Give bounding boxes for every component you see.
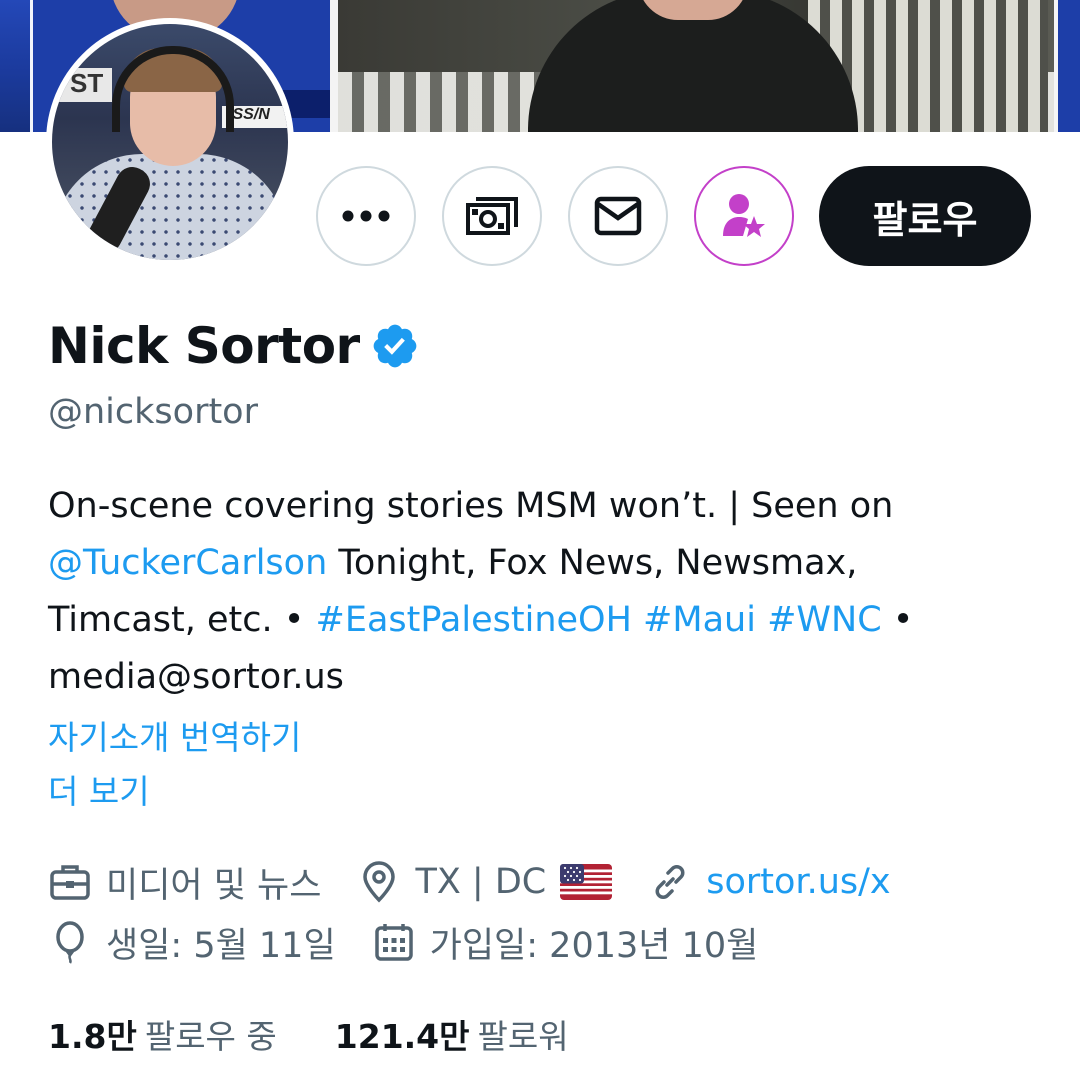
birthday-label: 생일: 5월 11일 (106, 925, 336, 966)
followers-stat[interactable]: 121.4만 팔로워 (335, 1010, 569, 1058)
joined-label: 가입일: 2013년 10월 (429, 925, 759, 966)
joined-item: 가입일: 2013년 10월 (372, 917, 759, 968)
calendar-icon (374, 924, 413, 961)
bio-text: • (881, 600, 914, 640)
briefcase-icon (50, 865, 90, 900)
more-icon (342, 210, 390, 222)
profile-meta-row: 미디어 및 뉴스 TX | DC sortor.us/x (48, 854, 927, 910)
birthday-item: 생일: 5월 11일 (48, 917, 336, 968)
profile-name-row: Nick Sortor (48, 312, 420, 380)
more-options-button[interactable] (316, 166, 416, 266)
translate-bio-link[interactable]: 자기소개 번역하기 (48, 712, 301, 764)
message-button[interactable] (568, 166, 668, 266)
banner-image-right (338, 0, 1054, 132)
link-icon (655, 865, 685, 899)
location-pin-icon (363, 861, 396, 903)
hashtag-link[interactable]: #WNC (767, 600, 882, 640)
website-item[interactable]: sortor.us/x (648, 860, 891, 904)
website-link[interactable]: sortor.us/x (706, 862, 890, 902)
username-handle: @nicksortor (48, 392, 258, 432)
bio-line-1: On-scene covering stories MSM won’t. | S… (48, 486, 894, 526)
display-name: Nick Sortor (48, 317, 360, 375)
banner-image-edge (1054, 0, 1080, 132)
verified-badge-icon[interactable] (370, 321, 420, 371)
subscribe-button[interactable] (694, 166, 794, 266)
following-stat[interactable]: 1.8만 팔로우 중 (48, 1010, 277, 1058)
hashtag-link[interactable]: #EastPalestineOH (316, 600, 632, 640)
followers-label: 팔로워 (477, 1017, 569, 1056)
following-count: 1.8만 (48, 1017, 137, 1056)
bio-text: Tonight, Fox News, Newsmax, (327, 543, 858, 583)
avatar[interactable]: ST ISS/N (46, 18, 294, 266)
envelope-icon (594, 196, 642, 236)
bio-text: Timcast, etc. • (48, 600, 316, 640)
avatar-photo: ST ISS/N (52, 24, 288, 260)
balloon-icon (56, 921, 84, 964)
tip-button[interactable] (442, 166, 542, 266)
category-label: 미디어 및 뉴스 (106, 865, 322, 906)
banner-divider (330, 0, 338, 132)
us-flag-icon (560, 864, 613, 900)
location-item: TX | DC (357, 860, 613, 904)
follow-button[interactable]: 팔로우 (819, 166, 1031, 266)
location-label: TX | DC (415, 862, 547, 902)
followers-count: 121.4만 (334, 1017, 470, 1056)
hashtag-link[interactable]: #Maui (643, 600, 756, 640)
show-more-link[interactable]: 더 보기 (48, 766, 150, 818)
money-icon (466, 197, 518, 235)
bio-line-4: media@sortor.us (48, 657, 344, 697)
subscribe-star-icon (723, 194, 765, 237)
profile-bio: On-scene covering stories MSM won’t. | S… (48, 478, 1048, 706)
following-label: 팔로우 중 (144, 1017, 277, 1056)
category-item: 미디어 및 뉴스 (48, 857, 321, 908)
bio-line-2: @TuckerCarlson Tonight, Fox News, Newsma… (48, 535, 1048, 592)
profile-meta-row: 생일: 5월 11일 가입일: 2013년 10월 (48, 914, 794, 970)
bio-line-3: Timcast, etc. • #EastPalestineOH #Maui #… (48, 592, 1048, 649)
follow-stats: 1.8만 팔로우 중 121.4만 팔로워 (48, 1006, 627, 1062)
mention-link[interactable]: @TuckerCarlson (48, 543, 327, 583)
